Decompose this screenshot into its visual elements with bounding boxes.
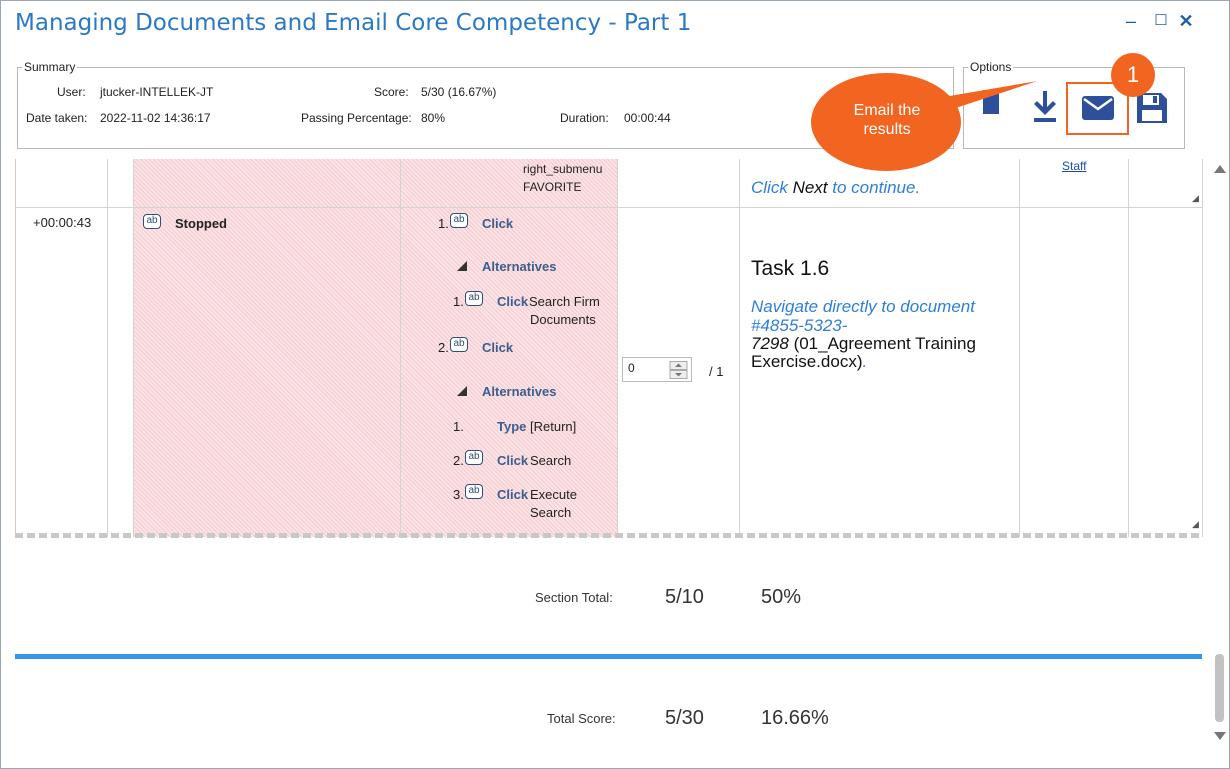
collapse-triangle-icon[interactable] [457,386,467,396]
step-target: [Return] [530,419,577,434]
date-value: 2022-11-02 14:36:17 [100,111,211,125]
instruction-click: Click [751,178,788,197]
summary-legend: Summary [24,60,76,74]
scroll-up-icon[interactable] [1214,165,1226,173]
spinner-arrows-icon[interactable] [669,361,689,379]
save-icon[interactable] [1136,92,1168,124]
staff-link[interactable]: Staff [1062,159,1086,173]
maximize-button[interactable]: ☐ [1151,10,1171,32]
step-action: Click [482,340,514,355]
task-line4: Exercise.docx). [751,352,867,372]
task-doc-number: 7298 [751,334,789,353]
resize-grip-icon[interactable]: ◢ [1192,519,1199,530]
step-action: Click [482,216,514,231]
instruction-rest: to continue. [832,178,921,197]
task-title: Task 1.6 [751,257,830,280]
step-target-line2: Documents [530,312,596,327]
score-spinner[interactable]: 0 [622,357,692,382]
step-num: 1. [453,294,464,309]
score-value: 5/30 (16.67%) [421,85,497,99]
duration-label: Duration: [560,111,609,125]
step-num: 1. [438,216,449,231]
ab-icon: ab [450,337,468,352]
task-line2: #4855-5323- [751,316,848,335]
task-period: . [862,352,868,371]
step-action: Click [497,453,529,468]
collapse-triangle-icon[interactable] [457,261,467,271]
step-num: 1. [453,419,464,434]
instruction-next: Next [792,178,828,197]
ab-icon: ab [465,484,483,499]
step-action: Click [497,487,529,502]
score-input-value[interactable]: 0 [628,361,635,375]
results-grid: right_submenu FAVORITE Staff Click Next … [15,159,1203,537]
minimize-button[interactable]: – [1121,10,1141,32]
ab-icon: ab [450,213,468,228]
prev-step-line1: right_submenu [523,162,603,176]
total-score-label: Total Score: [547,711,616,726]
status-text: Stopped [175,216,227,231]
step-num: 2. [453,453,464,468]
callout-line1: Email the [853,102,921,119]
alternatives-label: Alternatives [482,384,557,399]
duration-value: 00:00:44 [624,111,671,125]
download-icon[interactable] [1031,89,1059,125]
section-total-label: Section Total: [535,590,613,605]
close-button[interactable]: ✕ [1176,10,1196,32]
step-badge: 1 [1111,53,1155,97]
passing-value: 80% [421,111,446,125]
user-value: jtucker-INTELLEK-JT [100,85,214,99]
task-line1: Navigate directly to document [751,297,975,316]
step-num: 2. [438,340,449,355]
row-time: +00:00:43 [33,215,92,230]
section-total-percent: 50% [761,586,802,608]
alternatives-label: Alternatives [482,259,557,274]
step-target-line2: Search [530,505,572,520]
ab-icon: ab [465,450,483,465]
ab-icon: ab [143,214,161,229]
step-target: Execute [530,487,577,502]
passing-label: Passing Percentage: [301,111,412,125]
user-label: User: [57,85,86,99]
task-doc-name: (01_Agreement Training [793,334,976,353]
task-line3: 7298 (01_Agreement Training [751,334,976,354]
date-label: Date taken: [26,111,88,125]
ab-icon: ab [465,291,483,306]
vertical-scrollbar[interactable] [1211,159,1228,745]
task-doc-ext: Exercise.docx) [751,352,863,371]
callout-text: Email the results [823,101,951,139]
total-score-value: 5/30 [665,707,704,729]
options-legend: Options [970,60,1012,74]
prev-step-line2: FAVORITE [523,180,582,194]
step-target: Search [530,453,572,468]
total-separator [15,654,1202,659]
grid-bottom-divider [15,533,1203,538]
score-label: Score: [374,85,409,99]
scroll-down-icon[interactable] [1214,732,1226,740]
step-num: 3. [453,487,464,502]
step-target: Search Firm [529,294,600,309]
results-window: Managing Documents and Email Core Compet… [0,0,1230,769]
section-total-score: 5/10 [665,586,704,608]
total-score-percent: 16.66% [761,707,829,729]
resize-grip-icon[interactable]: ◢ [1192,193,1199,204]
window-title: Managing Documents and Email Core Compet… [15,10,692,36]
score-max: / 1 [709,364,724,379]
callout-line2: results [863,121,911,138]
prev-instruction: Click Next to continue. [751,178,920,198]
step-action: Click [497,294,529,309]
step-action: Type [497,419,527,434]
scrollbar-thumb[interactable] [1215,654,1224,722]
